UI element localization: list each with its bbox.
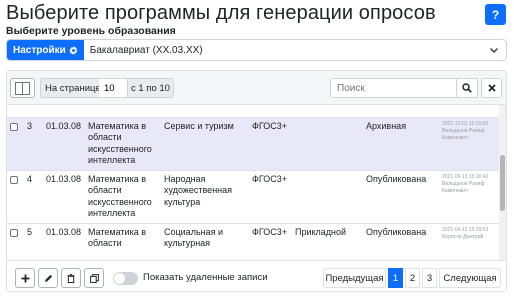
row-profile: Народная художественная культура xyxy=(161,169,249,223)
row-checkbox[interactable] xyxy=(10,122,18,131)
help-button[interactable]: ? xyxy=(485,4,506,25)
page-title: Выберите программы для генерации опросов xyxy=(6,2,436,24)
pagination-page-3[interactable]: 3 xyxy=(422,268,437,288)
programs-table-panel: На странице с 1 по 10 3 01.03.08 Математ… xyxy=(6,70,507,292)
row-standard: ФГОС3+ xyxy=(249,116,292,170)
row-number: 5 xyxy=(24,222,43,253)
add-button[interactable] xyxy=(15,268,35,288)
education-level-value: Бакалавриат (XX.03.XX) xyxy=(89,44,203,56)
row-program: Математика в области искусственного инте… xyxy=(85,169,161,223)
row-code: 01.03.08 xyxy=(43,169,85,223)
table-footer: Показать удаленные записи Предыдущая 1 2… xyxy=(7,260,506,291)
row-meta: 2021-09-13 15:16:42 Вильданов Раниф Ками… xyxy=(439,169,499,223)
row-standard: ФГОС3+ xyxy=(249,169,292,223)
row-profile: Социальная и культурная xyxy=(161,222,249,253)
table-toolbar: На странице с 1 по 10 xyxy=(7,71,506,105)
show-deleted-label: Показать удаленные записи xyxy=(143,272,268,283)
row-type xyxy=(292,169,363,223)
search-button[interactable] xyxy=(457,78,478,98)
education-level-select[interactable]: Настройки Бакалавриат (XX.03.XX) xyxy=(6,39,507,61)
programs-table: 3 01.03.08 Математика в области искусств… xyxy=(7,105,499,260)
table-scrollbar[interactable] xyxy=(499,105,506,260)
row-program: Математика в области xyxy=(85,222,161,253)
row-status: Архивная xyxy=(363,116,439,170)
row-standard: ФГОС3+ xyxy=(249,222,292,253)
row-status: Опубликована xyxy=(363,222,439,253)
row-profile: Сервис и туризм xyxy=(161,116,249,170)
education-level-label: Выберите уровень образования xyxy=(6,25,176,37)
row-code: 01.03.08 xyxy=(43,116,85,170)
row-program: Математика в области искусственного инте… xyxy=(85,116,161,170)
show-deleted-toggle[interactable] xyxy=(113,272,138,285)
scrollbar-thumb[interactable] xyxy=(500,155,505,211)
row-meta: 2021-12-01 11:16:09 Вильданов Раниф Ками… xyxy=(439,116,499,170)
delete-button[interactable] xyxy=(61,268,81,288)
row-type: Прикладной xyxy=(292,222,363,253)
table-row[interactable]: 4 01.03.08 Математика в области искусств… xyxy=(7,169,499,223)
toggle-knob xyxy=(114,273,125,284)
plus-icon xyxy=(21,274,29,282)
edit-button[interactable] xyxy=(38,268,58,288)
gear-icon xyxy=(69,45,78,55)
per-page-label: На странице xyxy=(40,78,106,98)
pagination-next[interactable]: Следующая xyxy=(439,268,501,288)
row-number: 3 xyxy=(24,116,43,170)
pagination-page-2[interactable]: 2 xyxy=(405,268,420,288)
settings-button[interactable]: Настройки xyxy=(7,40,84,60)
search-input[interactable] xyxy=(330,78,457,98)
pagination-previous[interactable]: Предыдущая xyxy=(323,268,386,288)
trash-icon xyxy=(67,273,75,283)
chevron-down-icon xyxy=(490,48,498,53)
pencil-icon xyxy=(44,274,52,282)
row-number: 4 xyxy=(24,169,43,223)
columns-icon xyxy=(15,81,30,95)
copy-button[interactable] xyxy=(84,268,104,288)
clear-search-button[interactable] xyxy=(481,78,502,98)
pagination-page-1[interactable]: 1 xyxy=(388,268,403,288)
columns-toggle-button[interactable] xyxy=(10,78,35,98)
settings-label: Настройки xyxy=(13,44,66,56)
close-icon xyxy=(487,84,496,92)
row-checkbox[interactable] xyxy=(10,228,18,237)
search-icon xyxy=(462,83,472,93)
row-code: 01.03.08 xyxy=(43,222,85,253)
per-page-input[interactable] xyxy=(99,78,128,98)
table-row[interactable]: 3 01.03.08 Математика в области искусств… xyxy=(7,116,499,170)
row-status: Опубликована xyxy=(363,169,439,223)
row-checkbox[interactable] xyxy=(10,175,18,184)
table-row[interactable]: 5 01.03.08 Математика в области Социальн… xyxy=(7,222,499,253)
copy-icon xyxy=(89,273,99,283)
row-type xyxy=(292,116,363,170)
range-label: с 1 по 10 xyxy=(127,78,174,98)
row-meta: 2021-04-15 15:29:53 Борисов Дмитрий xyxy=(439,222,499,253)
